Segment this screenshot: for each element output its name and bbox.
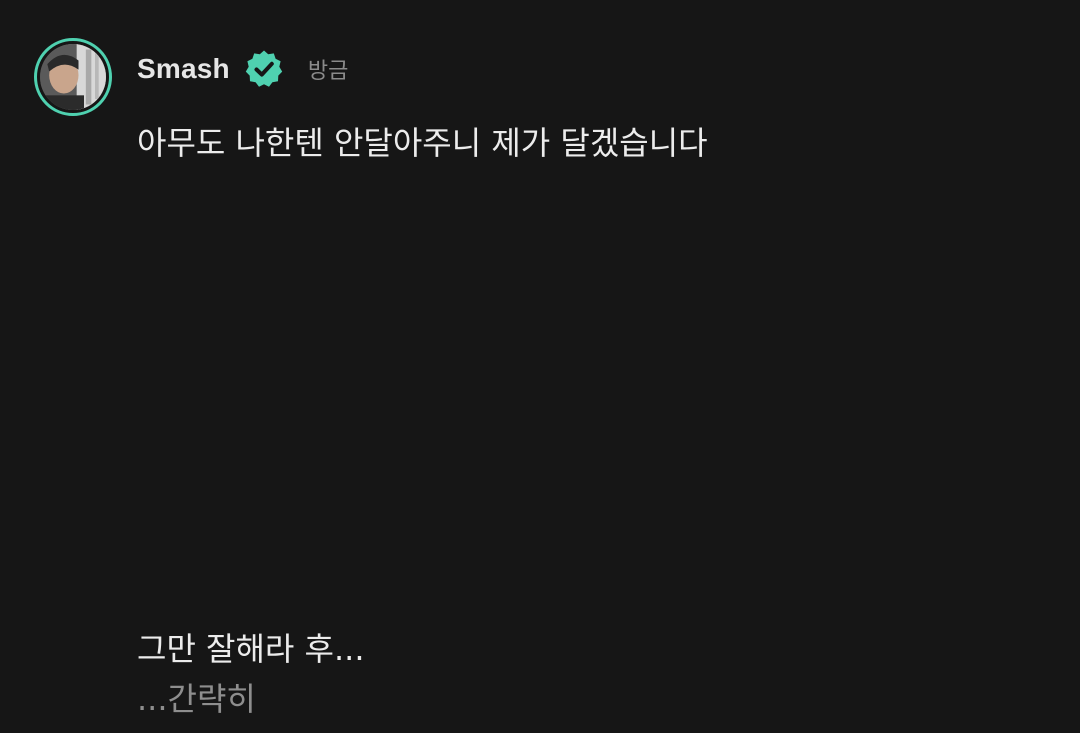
verified-badge-icon xyxy=(244,49,284,89)
avatar-photo xyxy=(40,44,106,110)
post-timestamp: 방금 xyxy=(307,59,349,84)
reply-text: 그만 잘해라 후... xyxy=(137,630,365,668)
reply-subtext: ...간략히 xyxy=(137,680,256,718)
post-text: 아무도 나한텐 안달아주니 제가 달겠습니다 xyxy=(137,124,708,162)
avatar[interactable] xyxy=(34,38,112,116)
username[interactable]: Smash xyxy=(137,53,230,85)
post-card: Smash 방금 아무도 나한텐 안달아주니 제가 달겠습니다 그만 잘해라 후… xyxy=(0,0,1080,733)
post-header: Smash 방금 xyxy=(137,48,348,90)
